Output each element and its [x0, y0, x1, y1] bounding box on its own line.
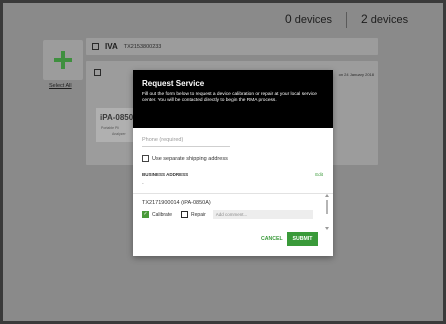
scroll-thumb[interactable] — [326, 200, 328, 214]
cancel-button[interactable]: CANCEL — [261, 236, 283, 242]
device-name: IVA — [105, 42, 118, 51]
calibrate-label: Calibrate — [152, 211, 173, 218]
service-options: ✓ Calibrate Repair Add comment... — [142, 210, 313, 219]
business-address-label: BUSINESS ADDRESS — [142, 172, 189, 177]
phone-input[interactable]: Phone (required) — [142, 137, 230, 147]
service-device-label: TX2171900014 (iPA-0850A) — [142, 200, 211, 206]
device-count-total: 0 devices — [285, 12, 333, 26]
device-list-scrollbar[interactable] — [325, 194, 329, 230]
device-serial: TX2153800233 — [123, 43, 162, 50]
separate-shipping-label: Use separate shipping address — [152, 155, 228, 162]
submit-button[interactable]: SUBMIT — [287, 232, 318, 246]
device-date: on 24 January 2018 — [338, 72, 374, 77]
device-count-selected: 2 devices — [361, 12, 409, 26]
check-icon: ✓ — [143, 211, 148, 217]
section-divider — [133, 193, 333, 194]
device-desc-line1: Portable Pli — [101, 126, 119, 130]
scroll-down-icon[interactable] — [325, 227, 329, 230]
calibrate-checkbox[interactable]: ✓ — [142, 211, 149, 218]
device-checkbox[interactable] — [94, 69, 101, 76]
repair-checkbox[interactable] — [181, 211, 189, 218]
edit-address-link[interactable]: Edit — [315, 172, 323, 177]
scroll-up-icon[interactable] — [325, 194, 329, 197]
counts-divider — [346, 12, 348, 28]
device-desc-line2: Analyzer — [112, 132, 126, 136]
separate-shipping-option[interactable]: Use separate shipping address — [142, 155, 228, 162]
window-frame: 0 devices 2 devices Select All IVA TX215… — [0, 0, 446, 324]
device-counts: 0 devices 2 devices — [285, 12, 408, 28]
dialog-title: Request Service — [142, 79, 205, 88]
plus-icon — [54, 51, 72, 69]
request-service-dialog: Request Service Fill out the form below … — [133, 70, 333, 256]
dialog-header: Request Service Fill out the form below … — [133, 70, 333, 128]
repair-label: Repair — [191, 211, 206, 218]
separate-shipping-checkbox[interactable] — [142, 155, 149, 162]
add-device-button[interactable] — [43, 40, 83, 80]
device-checkbox[interactable] — [92, 43, 99, 50]
dialog-description: Fill out the form below to request a dev… — [142, 92, 317, 104]
select-all-link[interactable]: Select All — [49, 83, 72, 89]
business-address-value: - — [142, 181, 144, 187]
comment-input[interactable]: Add comment... — [212, 210, 313, 219]
page-backdrop: 0 devices 2 devices Select All IVA TX215… — [3, 3, 443, 321]
device-card-iva[interactable]: IVA TX2153800233 — [86, 38, 378, 55]
